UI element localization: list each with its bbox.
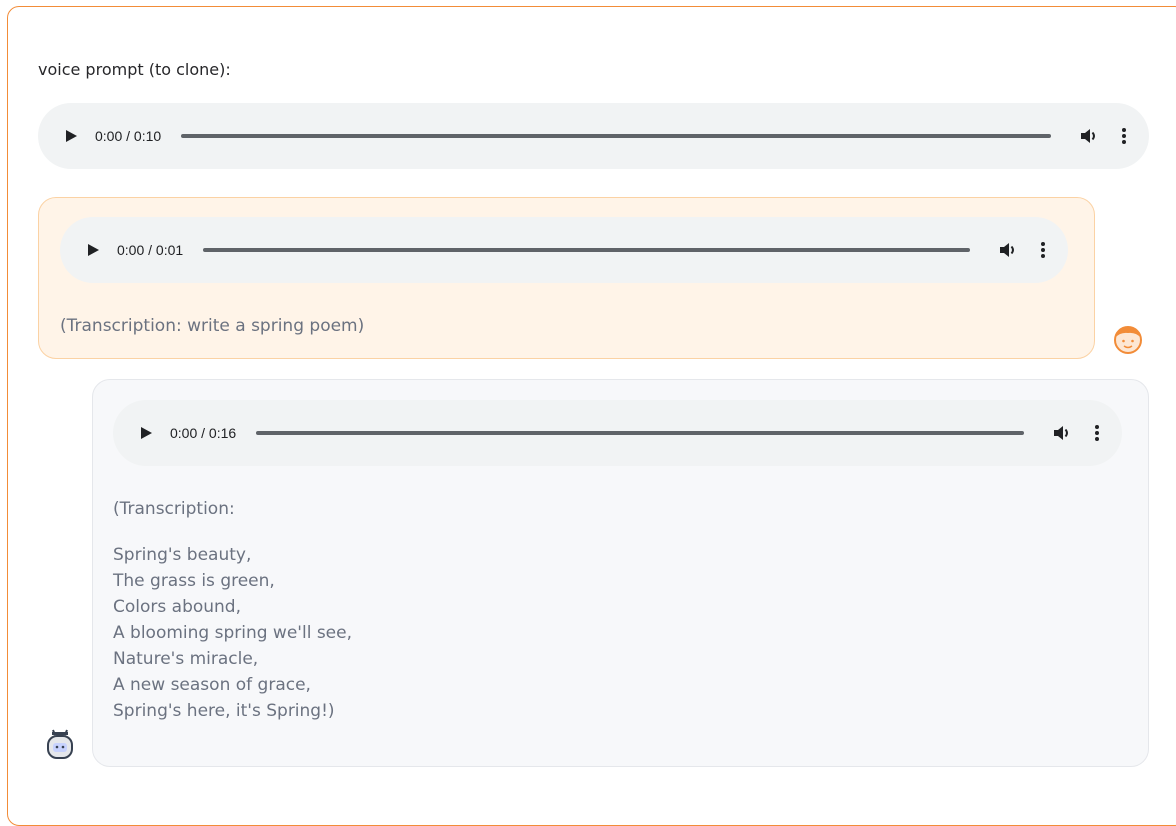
poem-line: Nature's miracle, <box>113 649 259 669</box>
bot-avatar-icon <box>47 729 73 759</box>
voice-prompt-audio-player[interactable]: 0:00 / 0:10 <box>38 103 1149 169</box>
poem-line: A new season of grace, <box>113 675 311 695</box>
poem-line: Spring's here, it's Spring!) <box>113 701 335 721</box>
user-avatar-icon <box>1114 326 1142 354</box>
poem-line: A blooming spring we'll see, <box>113 623 352 643</box>
more-vert-icon[interactable] <box>1121 127 1127 145</box>
user-transcription: (Transcription: write a spring poem) <box>60 316 365 336</box>
poem-line: Colors abound, <box>113 597 241 617</box>
more-vert-icon[interactable] <box>1040 241 1046 259</box>
volume-icon[interactable] <box>1079 126 1099 146</box>
poem-line: The grass is green, <box>113 571 275 591</box>
bot-audio-player[interactable]: 0:00 / 0:16 <box>113 400 1122 466</box>
volume-icon[interactable] <box>998 240 1018 260</box>
more-vert-icon[interactable] <box>1094 424 1100 442</box>
poem-line: Spring's beauty, <box>113 545 252 565</box>
audio-time: 0:00 / 0:16 <box>170 425 237 441</box>
play-icon[interactable] <box>86 243 100 257</box>
bot-transcription-head: (Transcription: <box>113 499 235 519</box>
audio-progress-bar[interactable] <box>256 431 1024 435</box>
bot-poem: Spring's beauty, The grass is green, Col… <box>113 542 352 724</box>
voice-prompt-label: voice prompt (to clone): <box>38 60 231 79</box>
volume-icon[interactable] <box>1052 423 1072 443</box>
audio-progress-bar[interactable] <box>181 134 1051 138</box>
play-icon[interactable] <box>139 426 153 440</box>
audio-time: 0:00 / 0:10 <box>95 128 162 144</box>
audio-time: 0:00 / 0:01 <box>117 242 184 258</box>
play-icon[interactable] <box>64 129 78 143</box>
audio-progress-bar[interactable] <box>203 248 970 252</box>
user-audio-player[interactable]: 0:00 / 0:01 <box>60 217 1068 283</box>
